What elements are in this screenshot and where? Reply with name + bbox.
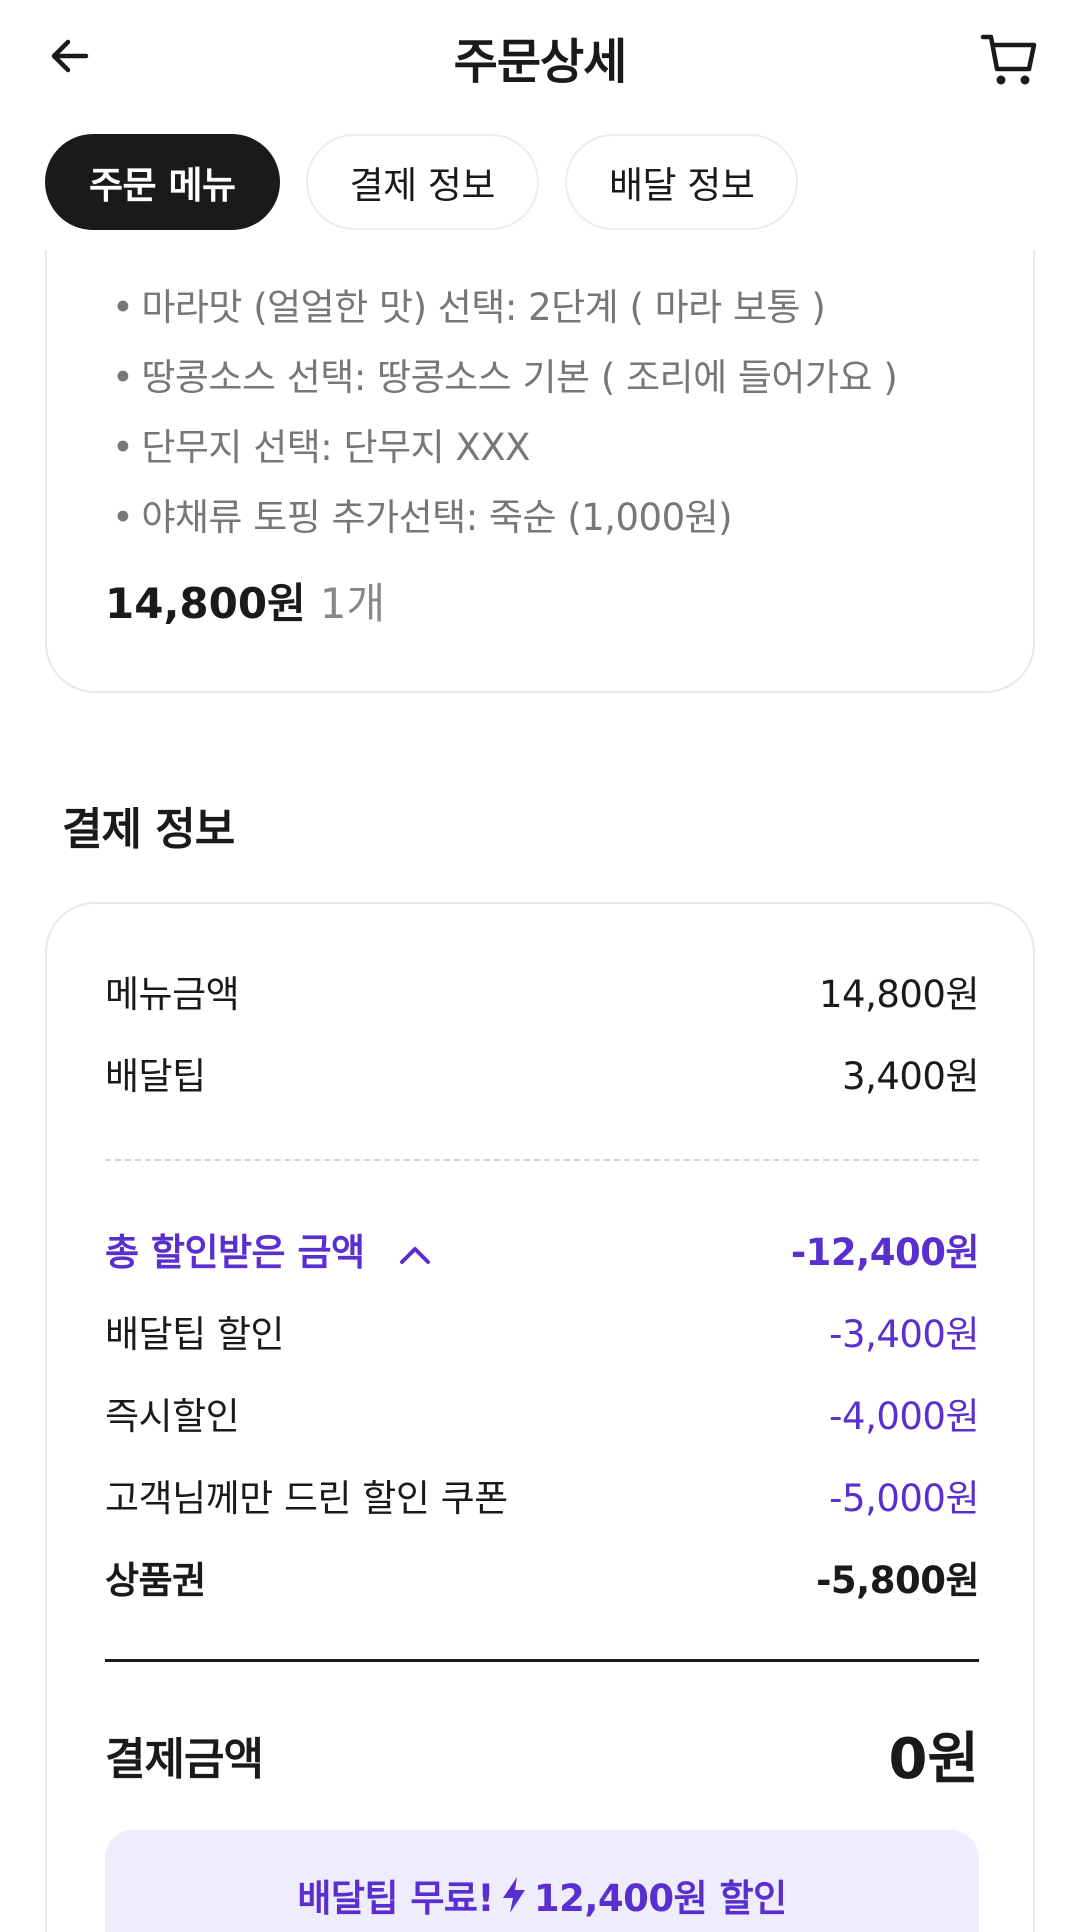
payment-total-row: 결제금액 0원 [105, 1714, 979, 1795]
tab-bar: 주문 메뉴 결제 정보 배달 정보 [45, 134, 799, 230]
delivery-tip-discount-row: 배달팁 할인 -3,400원 [105, 1313, 979, 1356]
gift-card-row: 상품권 -5,800원 [105, 1559, 979, 1602]
tab-order-menu[interactable]: 주문 메뉴 [45, 134, 280, 230]
chevron-up-icon[interactable] [399, 1245, 431, 1265]
lightning-icon [500, 1875, 528, 1915]
option-list: • 마라맛 (얼얼한 맛) 선택: 2단계 ( 마라 보통 ) • 땅콩소스 선택:… [112, 280, 898, 560]
menu-price: 14,800원 [105, 579, 306, 628]
delivery-tip-row: 배달팁 3,400원 [105, 1055, 979, 1098]
tab-payment-info[interactable]: 결제 정보 [305, 134, 539, 230]
payment-total-value: 0원 [888, 1727, 980, 1792]
total-discount-row[interactable]: 총 할인받은 금액 -12,400원 [105, 1222, 980, 1276]
coupon-row: 고객님께만 드린 할인 쿠폰 -5,000원 [105, 1477, 979, 1520]
payment-card: 메뉴금액 14,800원 배달팁 3,400원 총 할인받은 금액 -12,40… [45, 902, 1035, 1932]
solid-divider [105, 1659, 979, 1662]
menu-quantity: 1개 [319, 579, 386, 628]
cart-button[interactable] [974, 24, 1044, 94]
order-menu-card: • 마라맛 (얼얼한 맛) 선택: 2단계 ( 마라 보통 ) • 땅콩소스 선택:… [45, 250, 1035, 693]
tab-delivery-info[interactable]: 배달 정보 [564, 134, 799, 230]
cart-icon [980, 34, 1037, 85]
option-item: • 야채류 토핑 추가선택: 죽순 (1,000원) [112, 496, 733, 539]
option-item: • 단무지 선택: 단무지 XXX [112, 426, 530, 469]
option-item: • 땅콩소스 선택: 땅콩소스 기본 ( 조리에 들어가요 ) [112, 356, 898, 399]
header: 주문상세 [0, 0, 1080, 112]
menu-price-row: 14,800원 1개 [105, 570, 385, 631]
instant-discount-row: 즉시할인 -4,000원 [105, 1395, 979, 1438]
promo-banner: 배달팁 무료! 12,400원 할인 [105, 1830, 979, 1932]
payment-total-label: 결제금액 [105, 1733, 264, 1785]
dashed-divider [105, 1159, 979, 1161]
payment-section-title: 결제 정보 [62, 804, 235, 855]
page-title: 주문상세 [453, 34, 628, 90]
menu-amount-row: 메뉴금액 14,800원 [105, 973, 980, 1016]
option-item: • 마라맛 (얼얼한 맛) 선택: 2단계 ( 마라 보통 ) [112, 286, 826, 329]
